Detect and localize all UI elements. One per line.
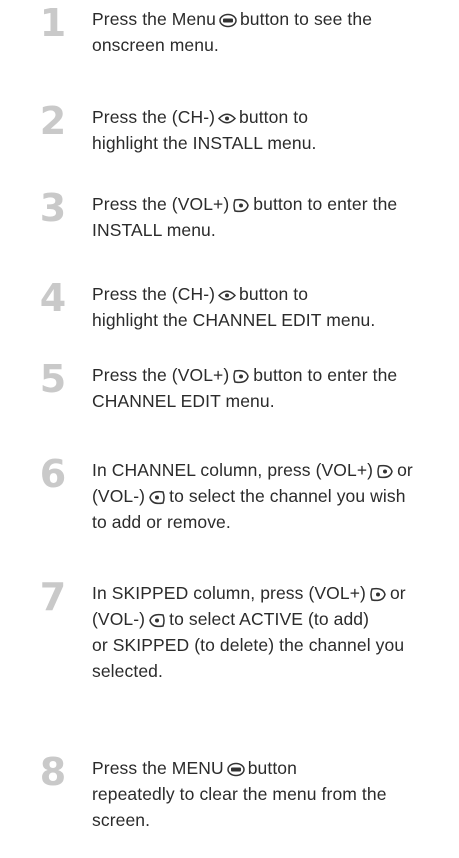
step-text-part: button: [247, 758, 297, 778]
step-text: Press the (VOL+) button to enter the CHAN…: [92, 362, 452, 414]
step-number: 3: [39, 186, 67, 230]
step-text: Press the (CH-) button to highlight the I…: [92, 104, 452, 156]
vol-minus-button-icon: [149, 613, 165, 628]
vol-plus-button-icon: [370, 587, 386, 602]
vol-minus-button-icon: [149, 490, 165, 505]
step-text: Press the (VOL+) button to enter the INST…: [92, 191, 452, 243]
step-number: 1: [39, 1, 67, 45]
step-text-line: screen.: [92, 810, 151, 830]
vol-plus-button-icon: [377, 464, 393, 479]
step-text-part: In CHANNEL column, press (VOL+): [92, 460, 374, 480]
step-text-line: INSTALL menu.: [92, 220, 216, 240]
step-text-part: button to enter the: [253, 365, 398, 385]
step-text-part: or: [389, 583, 406, 603]
step-text-line: CHANNEL EDIT menu.: [92, 391, 275, 411]
step-text-part: button to: [239, 107, 309, 127]
step-text-part: Press the (VOL+): [92, 365, 230, 385]
step-number: 5: [39, 357, 67, 401]
step-number: 6: [39, 452, 67, 496]
step-text-part: In SKIPPED column, press (VOL+): [92, 583, 366, 603]
menu-button-icon: [219, 13, 237, 28]
step-text-line: repeatedly to clear the menu from the: [92, 784, 387, 804]
step-number: 4: [39, 276, 67, 320]
step-text-line: selected.: [92, 661, 163, 681]
step-text-part: button to: [239, 284, 309, 304]
step-text-part: to select the channel you wish: [169, 486, 406, 506]
step-text-part: Press the MENU: [92, 758, 224, 778]
step-text-part: Press the (CH-): [92, 284, 216, 304]
step-text-line: to add or remove.: [92, 512, 231, 532]
step-text-line: or SKIPPED (to delete) the channel you: [92, 635, 405, 655]
step-text-part: button to enter the: [253, 194, 398, 214]
step-text-line: highlight the INSTALL menu.: [92, 133, 317, 153]
vol-plus-button-icon: [233, 198, 250, 213]
step-text: In CHANNEL column, press (VOL+) or (VOL-)…: [92, 457, 452, 535]
step-text-part: Press the (CH-): [92, 107, 216, 127]
step-text-part: Press the Menu: [92, 9, 216, 29]
step-number: 7: [39, 575, 67, 619]
step-text: In SKIPPED column, press (VOL+) or (VOL-)…: [92, 580, 452, 684]
step-text: Press the (CH-) button to highlight the C…: [92, 281, 452, 333]
step-text-line: highlight the CHANNEL EDIT menu.: [92, 310, 376, 330]
vol-plus-button-icon: [233, 369, 250, 384]
step-text: Press the Menu button to see the onscreen…: [92, 6, 452, 58]
step-text-part: to select ACTIVE (to add): [169, 609, 370, 629]
step-text-part: (VOL-): [92, 486, 146, 506]
step-text-part: or: [397, 460, 413, 480]
step-number: 2: [39, 99, 67, 143]
step-text-line: onscreen menu.: [92, 35, 219, 55]
step-text-part: (VOL-): [92, 609, 146, 629]
menu-button-icon: [226, 762, 245, 777]
step-text-part: Press the (VOL+): [92, 194, 230, 214]
step-number: 8: [39, 750, 67, 794]
ch-minus-button-icon: [218, 113, 237, 124]
ch-minus-button-icon: [218, 290, 237, 301]
step-text-part: button to see the: [239, 9, 373, 29]
step-text: Press the MENU button repeatedly to clear…: [92, 755, 452, 833]
